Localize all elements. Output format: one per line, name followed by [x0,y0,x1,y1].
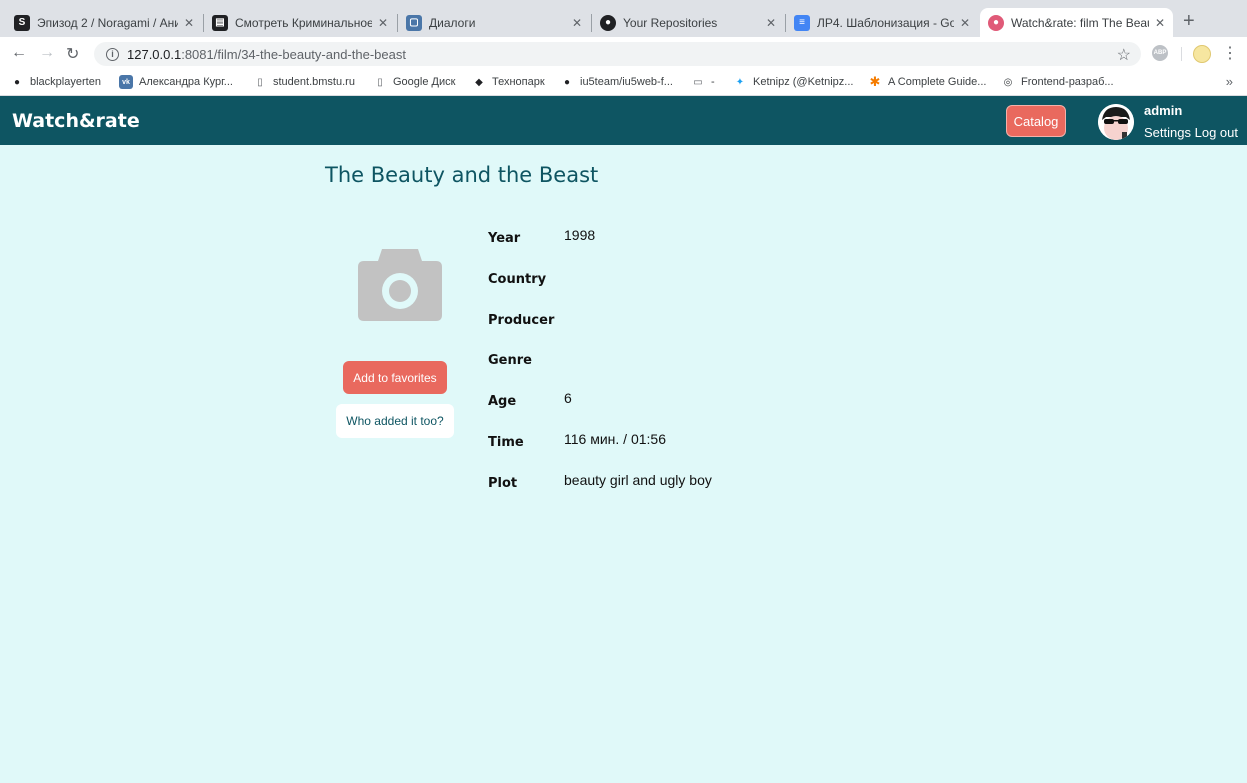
camera-icon [358,249,442,321]
github-icon: ● [13,76,21,88]
url-path: :8081/film/34-the-beauty-and-the-beast [181,46,406,62]
browser-profile-icon[interactable] [1193,45,1211,63]
bookmarks-bar: ● blackplayerten vk Александра Кург... ▯… [0,69,1247,96]
poster-placeholder [356,247,444,323]
bookmark-item[interactable]: vk Александра Кург... [119,75,233,89]
avatar-face-icon [1098,104,1134,140]
detail-label: Genre [488,353,532,368]
tab-title: ЛР4. Шаблонизация - Goog [817,15,954,30]
globe-icon: ◎ [1003,76,1013,88]
site-logo[interactable]: Watch&rate [12,110,140,132]
close-icon[interactable]: ✕ [960,16,970,30]
bookmark-label: Александра Кург... [139,76,233,88]
bookmark-item[interactable]: ▭ - [691,75,715,89]
bookmark-item[interactable]: ● blackplayerten [10,75,101,89]
menu-kebab-icon[interactable]: ⋮ [1222,43,1238,63]
toolbar-divider [1181,47,1182,61]
s-logo-icon: S [14,14,30,31]
bookmark-label: blackplayerten [30,76,101,88]
user-name: admin [1144,103,1183,118]
github-icon: ● [563,76,571,88]
detail-label: Age [488,394,517,409]
page-title: The Beauty and the Beast [325,163,599,187]
bookmark-label: Ketnipz (@Ketnipz... [753,76,854,88]
logout-link[interactable]: Log out [1195,125,1238,140]
chat-icon: ▢ [406,14,422,31]
bookmark-item[interactable]: ▯ Google Диск [373,75,455,89]
close-icon[interactable]: ✕ [572,16,582,30]
twitter-icon: ✦ [735,76,745,88]
bookmark-item[interactable]: ◆ Технопарк [472,75,545,89]
bookmark-label: Frontend-разраб... [1021,76,1114,88]
watchrate-icon: ● [988,14,1004,31]
tab-title: Watch&rate: film The Beauty [1011,15,1149,30]
asterisk-icon: ✱ [869,74,881,89]
detail-label: Producer [488,313,555,328]
github-icon: ● [600,14,616,31]
reload-icon[interactable]: ↻ [66,44,79,64]
browser-tab[interactable]: ▤ Смотреть Криминальное ч ✕ [204,8,396,37]
catalog-button[interactable]: Catalog [1006,105,1066,137]
browser-tab-active[interactable]: ● Watch&rate: film The Beauty ✕ [980,8,1173,37]
info-icon[interactable]: i [106,47,119,61]
site-header: Watch&rate Catalog [0,96,1247,145]
bookmark-label: iu5team/iu5web-f... [580,76,673,88]
close-icon[interactable]: ✕ [378,16,388,30]
bookmark-label: - [711,76,715,88]
forward-arrow-icon[interactable]: → [39,44,55,62]
detail-label: Time [488,435,524,450]
url-host: 127.0.0.1 [127,46,182,62]
detail-value: 1998 [564,227,596,243]
bookmark-item[interactable]: ● iu5team/iu5web-f... [560,75,673,89]
browser-tab[interactable]: ● Your Repositories ✕ [592,8,784,37]
close-icon[interactable]: ✕ [184,16,194,30]
page-icon: ▯ [377,76,383,88]
detail-value: beauty girl and ugly boy [564,472,712,488]
tab-title: Эпизод 2 / Noragami / Аним [37,15,178,30]
page-icon: ▯ [257,76,263,88]
google-docs-icon: ≡ [794,14,810,31]
bookmark-item[interactable]: ✦ Ketnipz (@Ketnipz... [733,75,854,89]
browser-tab[interactable]: S Эпизод 2 / Noragami / Аним ✕ [6,8,202,37]
adblock-extension-icon[interactable]: ABP [1152,45,1168,61]
address-bar[interactable]: i 127.0.0.1:8081/film/34-the-beauty-and-… [94,42,1141,66]
avatar[interactable] [1098,104,1134,140]
settings-link[interactable]: Settings [1144,125,1191,140]
user-links: Settings Log out [1144,125,1238,140]
who-added-button[interactable]: Who added it too? [336,404,454,438]
bookmark-item[interactable]: ◎ Frontend-разраб... [1001,75,1114,89]
back-arrow-icon[interactable]: ← [11,44,27,62]
technopark-icon: ◆ [475,76,483,88]
browser-tab[interactable]: ▢ Диалоги ✕ [398,8,590,37]
tab-title: Смотреть Криминальное ч [235,15,372,30]
vk-icon: vk [119,75,133,89]
detail-label: Plot [488,476,518,491]
browser-tab[interactable]: ≡ ЛР4. Шаблонизация - Goog ✕ [786,8,978,37]
bookmark-label: A Complete Guide... [888,76,987,88]
bookmark-item[interactable]: ▯ student.bmstu.ru [253,75,355,89]
detail-value: 116 мин. / 01:56 [564,431,666,447]
new-tab-icon[interactable]: + [1183,10,1195,33]
add-to-favorites-button[interactable]: Add to favorites [343,361,447,394]
detail-label: Year [488,231,521,246]
browser-tab-bar: S Эпизод 2 / Noragami / Аним ✕ ▤ Смотрет… [0,0,1247,37]
detail-value: 6 [564,390,572,406]
bookmark-item[interactable]: ✱ A Complete Guide... [868,74,987,89]
browser-toolbar: ← → ↻ i 127.0.0.1:8081/film/34-the-beaut… [0,37,1247,69]
folder-icon: ▭ [693,76,703,88]
detail-label: Country [488,272,547,287]
bookmark-star-icon[interactable]: ☆ [1117,45,1131,65]
bookmarks-overflow-icon[interactable]: » [1226,74,1233,89]
bookmark-label: Технопарк [492,76,545,88]
tab-title: Your Repositories [623,15,718,30]
close-icon[interactable]: ✕ [1155,16,1165,30]
bookmark-label: Google Диск [393,76,456,88]
close-icon[interactable]: ✕ [766,16,776,30]
bookmark-label: student.bmstu.ru [273,76,355,88]
film-icon: ▤ [212,14,228,31]
tab-title: Диалоги [429,15,476,30]
